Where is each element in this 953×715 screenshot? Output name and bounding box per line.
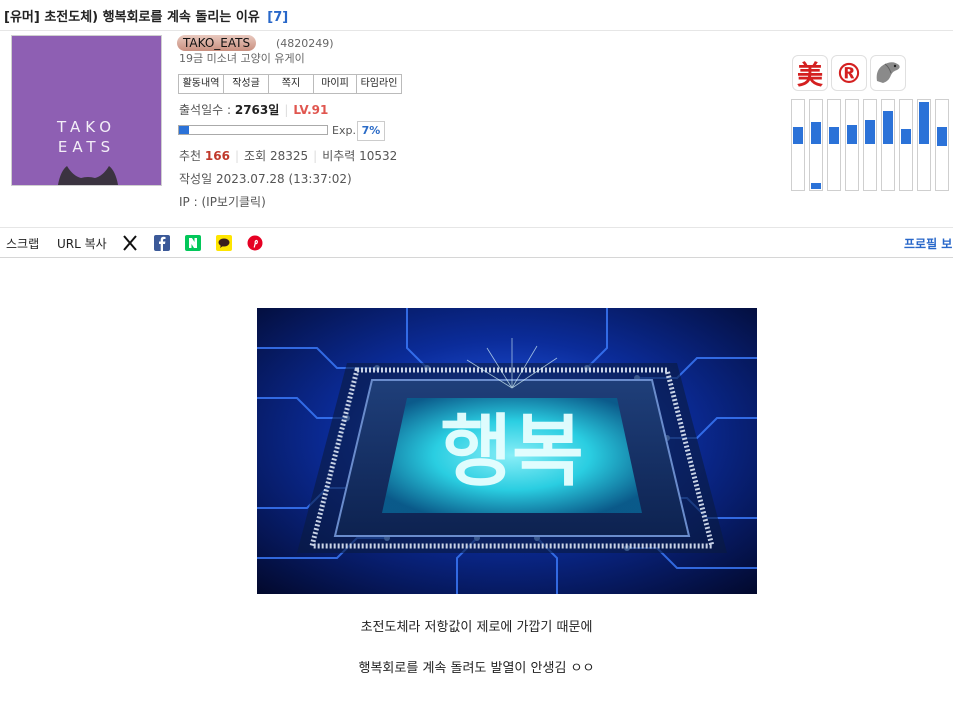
written-label: 작성일 [179, 172, 213, 186]
ip-label: IP : [179, 195, 198, 209]
written-date-row: 작성일 2023.07.28 (13:37:02) [179, 170, 352, 187]
nonrec-value: 10532 [359, 149, 398, 163]
author-action-bar: 활동내역 작성글 쪽지 마이피 타임라인 [178, 74, 402, 94]
x-twitter-share-icon[interactable] [122, 235, 138, 251]
meter-bar [881, 99, 895, 191]
written-value: 2023.07.28 (13:37:02) [215, 172, 352, 186]
meter-bar [917, 99, 931, 191]
cat-ears-icon [57, 162, 119, 185]
activity-history-button[interactable]: 활동내역 [179, 75, 224, 93]
attendance-label: 출석일수 : [179, 103, 232, 117]
meter-bar [863, 99, 877, 191]
author-nickname[interactable]: TAKO_EATS [177, 35, 257, 51]
meter-bar [827, 99, 841, 191]
ip-view-link[interactable]: (IP보기클릭) [201, 195, 265, 209]
message-button[interactable]: 쪽지 [269, 75, 314, 93]
profile-view-link[interactable]: 프로필 보 [904, 235, 952, 252]
meter-bar [899, 99, 913, 191]
beauty-badge-icon: 美 [792, 55, 828, 91]
comment-count-link[interactable]: [7] [267, 10, 288, 25]
post-title-bar: [유머] 초전도체) 행복회로를 계속 돌리는 이유 [7] [0, 0, 953, 31]
post-body-line-2: 행복회로를 계속 돌려도 발열이 안생김 ㅇㅇ [358, 661, 595, 676]
mypi-button[interactable]: 마이피 [314, 75, 357, 93]
avatar-text-line-1: TAKO [56, 118, 117, 136]
kakaotalk-share-icon[interactable] [216, 235, 232, 251]
ip-row: IP : (IP보기클릭) [179, 193, 266, 210]
facebook-share-icon[interactable] [154, 235, 170, 251]
pinterest-share-icon[interactable] [247, 235, 263, 251]
meter-bar [845, 99, 859, 191]
dolphin-badge-icon [870, 55, 906, 91]
meter-bar [791, 99, 805, 191]
author-avatar[interactable]: TAKO EATS [11, 35, 162, 186]
stats-row: 추천 166 | 조회 28325 | 비추력 10532 [179, 149, 398, 163]
exp-progress-bar [178, 125, 328, 135]
post-title-text: 초전도체) 행복회로를 계속 돌리는 이유 [44, 10, 260, 25]
posts-button[interactable]: 작성글 [224, 75, 269, 93]
level-value: LV.91 [293, 103, 329, 117]
recommend-value: 166 [204, 149, 230, 163]
author-description: 19금 미소녀 고양이 유게이 [179, 52, 305, 65]
author-user-number: (4820249) [276, 37, 334, 50]
post-title: [유머] 초전도체) 행복회로를 계속 돌리는 이유 [7] [4, 6, 288, 25]
views-label: 조회 [244, 149, 267, 163]
post-body-line-1: 초전도체라 저항값이 제로에 가깝기 때문에 [360, 620, 593, 635]
registered-badge-icon: ® [831, 55, 867, 91]
image-overlay-text: 행복 [440, 407, 584, 497]
share-bar: 스크랩 URL 복사 프로필 보 [0, 227, 953, 258]
views-value: 28325 [269, 149, 309, 163]
exp-progress-fill [179, 126, 190, 134]
nonrec-label: 비추력 [322, 149, 356, 163]
attendance-value: 2763일 [234, 103, 280, 117]
meter-bar [809, 99, 823, 191]
timeline-button[interactable]: 타임라인 [357, 75, 401, 93]
meter-bar [935, 99, 949, 191]
naver-share-icon[interactable] [185, 235, 201, 251]
post-image[interactable]: 행복 [257, 308, 757, 594]
scrap-button[interactable]: 스크랩 [6, 235, 39, 252]
exp-label: Exp. [332, 124, 356, 137]
exp-percent: 7% [357, 121, 385, 141]
url-copy-button[interactable]: URL 복사 [57, 235, 107, 252]
attendance-row: 출석일수 : 2763일 | LV.91 [179, 103, 329, 117]
post-category: [유머] [4, 10, 40, 25]
avatar-text-line-2: EATS [57, 138, 116, 156]
recommend-label: 추천 [179, 149, 202, 163]
